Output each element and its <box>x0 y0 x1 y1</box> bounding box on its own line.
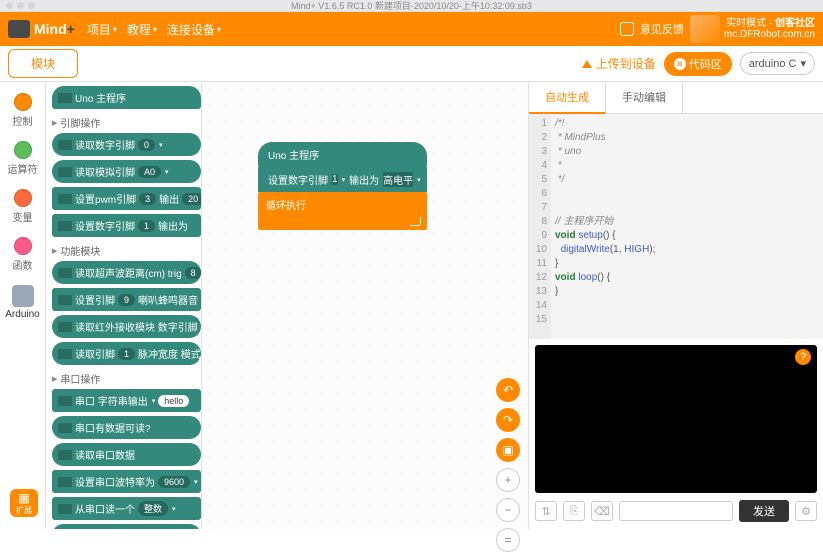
menu-connect[interactable]: 连接设备▾ <box>167 21 221 38</box>
chevron-down-icon: ▾ <box>153 25 157 34</box>
community-link[interactable]: 实时模式 · 创客社区 mc.DFRobot.com.cn <box>690 15 815 43</box>
canvas-hat-block[interactable]: Uno 主程序 <box>258 142 427 167</box>
reset-button[interactable]: ▣ <box>496 438 520 462</box>
palette-block[interactable]: 读取引脚1脉冲宽度 模式 <box>52 342 201 365</box>
tab-auto-generate[interactable]: 自动生成 <box>529 82 606 114</box>
palette-block[interactable]: 读取数字引脚0▾ <box>52 133 201 156</box>
settings-icon[interactable]: ⚙ <box>795 501 817 521</box>
category-运算符[interactable]: 运算符 <box>0 136 45 184</box>
category-变量[interactable]: 变量 <box>0 184 45 232</box>
language-select[interactable]: arduino C▾ <box>740 52 815 75</box>
canvas-loop-block[interactable]: 循环执行 <box>258 192 427 230</box>
extension-button[interactable]: ▦ 扩展 <box>10 489 38 517</box>
window-titlebar: Mind+ V1.6.5 RC1.0 新建项目-2020/10/20-上午10:… <box>0 0 823 12</box>
toolbar: 模块 上传到设备 ✕ 代码区 arduino C▾ <box>0 46 823 82</box>
serial-toolbar: ⇅ ⎘ ⌫ 发送 ⚙ <box>529 499 823 529</box>
cube-icon <box>690 15 720 43</box>
feedback-link[interactable]: 意见反馈 <box>640 21 684 37</box>
undo-button[interactable]: ↶ <box>496 378 520 402</box>
palette-block[interactable]: 从串口读一个整数▾ <box>52 497 201 520</box>
code-editor[interactable]: 123456789101112131415 /*! * MindPlus * u… <box>529 114 823 339</box>
category-column: 控制运算符变量函数Arduino ▦ 扩展 <box>0 82 46 529</box>
zoom-fit-button[interactable]: = <box>496 528 520 552</box>
palette-block[interactable]: 串口 字符串输出▾hello <box>52 389 201 412</box>
upload-button[interactable]: 上传到设备 <box>582 55 656 72</box>
canvas-program[interactable]: Uno 主程序 设置数字引脚 1▾ 输出为 高电平▾ 循环执行 <box>258 142 427 230</box>
palette-block[interactable]: 读取串口数据 <box>52 443 201 466</box>
collapse-icon: ✕ <box>674 58 686 70</box>
redo-button[interactable]: ↷ <box>496 408 520 432</box>
serial-console[interactable]: ? <box>535 345 817 493</box>
palette-block[interactable]: 串口有数据可读? <box>52 416 201 439</box>
window-title-text: Mind+ V1.6.5 RC1.0 新建项目-2020/10/20-上午10:… <box>291 1 532 11</box>
palette-block[interactable]: 设置串口波特率为9600▾ <box>52 470 201 493</box>
code-panel: 自动生成 手动编辑 123456789101112131415 /*! * Mi… <box>528 82 823 529</box>
chevron-down-icon: ▾ <box>217 25 221 34</box>
zoom-in-button[interactable]: + <box>496 468 520 492</box>
palette-block[interactable]: 设置pwm引脚3输出20 <box>52 187 201 210</box>
palette-section-func[interactable]: ▶功能模块 <box>52 241 201 261</box>
block-main-hat[interactable]: Uno 主程序 <box>52 86 201 109</box>
logo[interactable]: Mind+ <box>8 20 75 38</box>
logo-icon <box>8 20 30 38</box>
code-toggle-button[interactable]: ✕ 代码区 <box>664 52 732 76</box>
canvas-tools: ↶ ↷ ▣ + − = <box>496 378 520 552</box>
category-Arduino[interactable]: Arduino <box>0 280 45 328</box>
canvas-setpin-block[interactable]: 设置数字引脚 1▾ 输出为 高电平▾ <box>258 167 427 192</box>
serial-input[interactable] <box>619 501 733 521</box>
topbar: Mind+ 项目▾ 教程▾ 连接设备▾ 意见反馈 实时模式 · 创客社区 mc.… <box>0 12 823 46</box>
feedback-icon <box>620 22 634 36</box>
chevron-down-icon: ▾ <box>800 57 806 70</box>
scroll-lock-button[interactable]: ⎘ <box>563 501 585 521</box>
menu-project[interactable]: 项目▾ <box>87 21 117 38</box>
palette-block[interactable]: 123.123保留0位小数 <box>52 524 201 529</box>
clear-button[interactable]: ⌫ <box>591 501 613 521</box>
palette-block[interactable]: 设置引脚9喇叭蜂鸣器音 <box>52 288 201 311</box>
tab-manual-edit[interactable]: 手动编辑 <box>606 82 683 113</box>
zoom-out-button[interactable]: − <box>496 498 520 522</box>
send-button[interactable]: 发送 <box>739 500 789 522</box>
workspace-canvas[interactable]: Uno 主程序 设置数字引脚 1▾ 输出为 高电平▾ 循环执行 ↶ ↷ ▣ + … <box>202 82 528 529</box>
palette-section-serial[interactable]: ▶串口操作 <box>52 369 201 389</box>
palette-block[interactable]: 读取模拟引脚A0▾ <box>52 160 201 183</box>
palette-block[interactable]: 读取超声波距离(cm) trig8▾ <box>52 261 201 284</box>
menu-tutorial[interactable]: 教程▾ <box>127 21 157 38</box>
category-函数[interactable]: 函数 <box>0 232 45 280</box>
palette-section-pin[interactable]: ▶引脚操作 <box>52 113 201 133</box>
palette-block[interactable]: 读取红外接收模块 数字引脚 <box>52 315 201 338</box>
upload-icon <box>582 60 592 68</box>
usb-icon[interactable]: ⇅ <box>535 501 557 521</box>
help-button[interactable]: ? <box>795 349 811 365</box>
palette-block[interactable]: 设置数字引脚1输出为 <box>52 214 201 237</box>
tab-module[interactable]: 模块 <box>8 49 78 78</box>
chevron-down-icon: ▾ <box>113 25 117 34</box>
block-palette[interactable]: Uno 主程序 ▶引脚操作 读取数字引脚0▾ 读取模拟引脚A0▾ 设置pwm引脚3输… <box>46 82 202 529</box>
category-控制[interactable]: 控制 <box>0 88 45 136</box>
